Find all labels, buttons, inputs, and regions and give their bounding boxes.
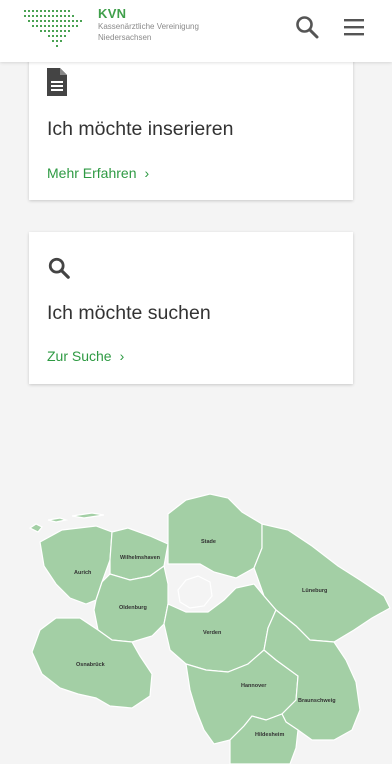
map-label-oldenburg: Oldenburg	[119, 605, 147, 611]
map-label-verden: Verden	[203, 630, 222, 636]
document-icon	[47, 68, 67, 96]
kvn-logo-icon[interactable]	[24, 8, 90, 48]
map-label-aurich: Aurich	[74, 570, 92, 576]
chevron-right-icon: ›	[144, 165, 150, 181]
logo-subtitle: Kassenärztliche Vereinigung Niedersachse…	[98, 21, 238, 43]
map-label-hildesheim: Hildesheim	[255, 732, 284, 738]
to-search-link-label: Zur Suche	[47, 348, 112, 364]
map-island	[28, 523, 43, 533]
map-label-lueneburg: Lüneburg	[302, 588, 327, 594]
chevron-right-icon: ›	[119, 348, 125, 364]
map-label-braunschweig: Braunschweig	[298, 698, 336, 704]
site-header: KVN Kassenärztliche Vereinigung Niedersa…	[0, 0, 392, 62]
region-map: Aurich Wilhelmshaven Stade Oldenburg Lün…	[28, 493, 391, 764]
search-icon[interactable]	[294, 14, 320, 40]
more-info-link[interactable]: Mehr Erfahren ›	[47, 165, 149, 181]
map-label-wilhelmshaven: Wilhelmshaven	[120, 555, 161, 561]
map-city-bremen	[177, 575, 213, 609]
map-region-stade[interactable]	[167, 493, 263, 579]
map-label-stade: Stade	[201, 539, 216, 545]
map-label-osnabrueck: Osnabrück	[76, 662, 106, 668]
map-label-hannover: Hannover	[241, 683, 267, 689]
map-island	[71, 512, 105, 519]
more-info-link-label: Mehr Erfahren	[47, 165, 137, 181]
search-icon	[48, 257, 70, 279]
logo-title: KVN	[98, 6, 127, 21]
insert-card-title: Ich möchte inserieren	[47, 118, 234, 140]
to-search-link[interactable]: Zur Suche ›	[47, 348, 124, 364]
menu-icon[interactable]	[343, 16, 365, 38]
search-card-title: Ich möchte suchen	[47, 302, 211, 324]
insert-card: Ich möchte inserieren Mehr Erfahren ›	[29, 54, 353, 200]
search-card: Ich möchte suchen Zur Suche ›	[29, 232, 353, 384]
map-island	[47, 517, 69, 523]
logo-subtitle-line-1: Kassenärztliche Vereinigung	[98, 22, 199, 31]
logo-subtitle-line-2: Niedersachsen	[98, 33, 152, 42]
